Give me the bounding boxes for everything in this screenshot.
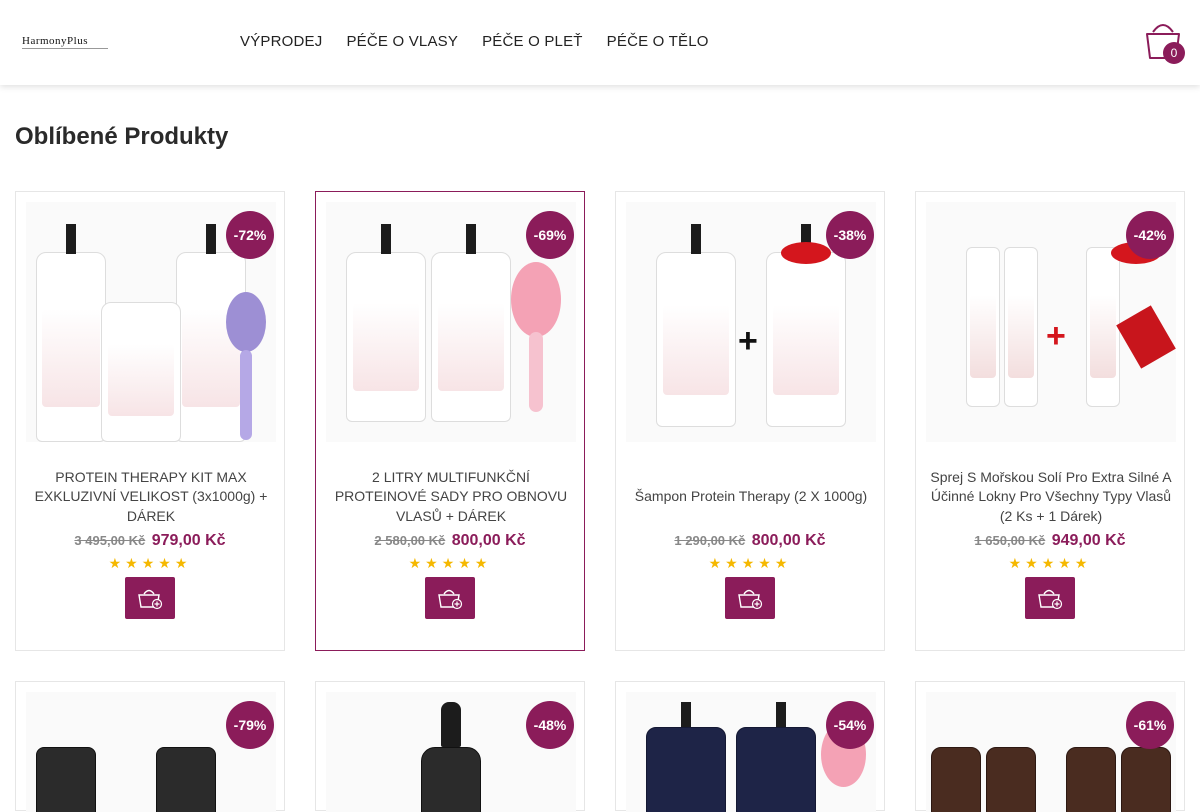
add-to-cart-icon (1038, 589, 1063, 610)
nav-item-skin-care[interactable]: PÉČE O PLEŤ (482, 33, 583, 50)
current-price: 800,00 Kč (451, 532, 526, 549)
discount-badge: -61% (1126, 701, 1174, 749)
logo-underline (22, 48, 108, 49)
discount-badge: -54% (826, 701, 874, 749)
cart-button[interactable]: 0 (1143, 18, 1189, 68)
add-to-cart-button[interactable] (1025, 577, 1075, 619)
add-to-cart-button[interactable] (125, 577, 175, 619)
product-name[interactable]: 2 LITRY MULTIFUNKČNÍ PROTEINOVÉ SADY PRO… (330, 466, 572, 528)
current-price: 979,00 Kč (151, 532, 226, 549)
current-price: 800,00 Kč (751, 532, 826, 549)
product-prices: 2 580,00 Kč 800,00 Kč (316, 532, 584, 550)
star-rating: ★★★★★ (708, 555, 792, 571)
section-title: Oblíbené Produkty (15, 123, 229, 150)
product-name[interactable]: Sprej S Mořskou Solí Pro Extra Silné A Ú… (930, 466, 1172, 528)
old-price: 3 495,00 Kč (74, 533, 146, 548)
site-header: HarmonyPlus VÝPRODEJ PÉČE O VLASY PÉČE O… (0, 0, 1200, 85)
current-price: 949,00 Kč (1051, 532, 1126, 549)
star-rating: ★★★★★ (1008, 555, 1092, 571)
discount-badge: -48% (526, 701, 574, 749)
product-card[interactable]: + -42% Sprej S Mořskou Solí Pro Extra Si… (915, 191, 1185, 651)
nav-item-body-care[interactable]: PÉČE O TĚLO (607, 33, 709, 50)
main-nav: VÝPRODEJ PÉČE O VLASY PÉČE O PLEŤ PÉČE O… (240, 33, 709, 50)
discount-badge: -79% (226, 701, 274, 749)
old-price: 2 580,00 Kč (374, 533, 446, 548)
star-rating: ★★★★★ (408, 555, 492, 571)
add-to-cart-icon (138, 589, 163, 610)
add-to-cart-icon (438, 589, 463, 610)
discount-badge: -42% (1126, 211, 1174, 259)
product-name[interactable]: PROTEIN THERAPY KIT MAX EXKLUZIVNÍ VELIK… (30, 466, 272, 528)
product-card[interactable]: -72% PROTEIN THERAPY KIT MAX EXKLUZIVNÍ … (15, 191, 285, 651)
product-prices: 3 495,00 Kč 979,00 Kč (16, 532, 284, 550)
discount-badge: -38% (826, 211, 874, 259)
add-to-cart-button[interactable] (725, 577, 775, 619)
product-prices: 1 650,00 Kč 949,00 Kč (916, 532, 1184, 550)
discount-badge: -69% (526, 211, 574, 259)
product-card[interactable]: -61% (915, 681, 1185, 812)
old-price: 1 290,00 Kč (674, 533, 746, 548)
product-name[interactable]: Šampon Protein Therapy (2 X 1000g) (630, 466, 872, 528)
product-card[interactable]: -69% 2 LITRY MULTIFUNKČNÍ PROTEINOVÉ SAD… (315, 191, 585, 651)
add-to-cart-icon (738, 589, 763, 610)
cart-count-badge: 0 (1163, 42, 1185, 64)
product-card[interactable]: + -38% Šampon Protein Therapy (2 X 1000g… (615, 191, 885, 651)
product-card[interactable]: -48% (315, 681, 585, 812)
nav-item-hair-care[interactable]: PÉČE O VLASY (346, 33, 458, 50)
star-rating: ★★★★★ (108, 555, 192, 571)
discount-badge: -72% (226, 211, 274, 259)
product-prices: 1 290,00 Kč 800,00 Kč (616, 532, 884, 550)
product-card[interactable]: -79% (15, 681, 285, 812)
old-price: 1 650,00 Kč (974, 533, 1046, 548)
nav-item-sale[interactable]: VÝPRODEJ (240, 33, 322, 50)
logo[interactable]: HarmonyPlus (22, 35, 88, 47)
product-card[interactable]: -54% (615, 681, 885, 812)
add-to-cart-button[interactable] (425, 577, 475, 619)
